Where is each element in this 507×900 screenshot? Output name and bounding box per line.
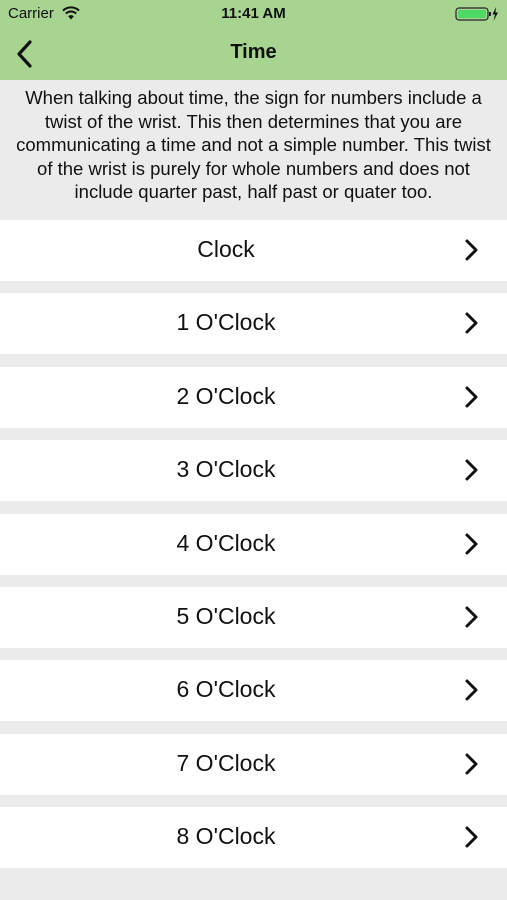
list-item-label: 8 O'Clock [176, 823, 276, 849]
list-item-3-oclock[interactable]: 3 O'Clock [0, 440, 507, 501]
list-item-8-oclock[interactable]: 8 O'Clock [0, 807, 507, 868]
chevron-right-icon [465, 533, 478, 555]
list-item-label: 4 O'Clock [176, 530, 276, 556]
list-item-2-oclock[interactable]: 2 O'Clock [0, 367, 507, 428]
list-item-5-oclock[interactable]: 5 O'Clock [0, 587, 507, 648]
chevron-right-icon [465, 679, 478, 701]
chevron-right-icon [465, 386, 478, 408]
navigation-bar: Time [0, 28, 507, 80]
list-item-label: 3 O'Clock [176, 456, 276, 482]
chevron-right-icon [465, 312, 478, 334]
list-item-label: 6 O'Clock [176, 676, 276, 702]
list-item-label: 1 O'Clock [176, 309, 276, 335]
list-item-label: 7 O'Clock [176, 750, 276, 776]
description-text: When talking about time, the sign for nu… [16, 87, 491, 202]
list-item-label: Clock [197, 236, 255, 262]
description-panel: When talking about time, the sign for nu… [0, 80, 507, 220]
battery-icon [455, 7, 498, 21]
list-item-1-oclock[interactable]: 1 O'Clock [0, 293, 507, 354]
list-item-7-oclock[interactable]: 7 O'Clock [0, 734, 507, 795]
page-title: Time [230, 41, 277, 63]
chevron-right-icon [465, 753, 478, 775]
status-bar: Carrier 11:41 AM [0, 0, 507, 28]
chevron-right-icon [465, 459, 478, 481]
chevron-right-icon [465, 826, 478, 848]
list-item-label: 5 O'Clock [176, 603, 276, 629]
list-item-6-oclock[interactable]: 6 O'Clock [0, 660, 507, 721]
chevron-right-icon [465, 606, 478, 628]
list-item-4-oclock[interactable]: 4 O'Clock [0, 514, 507, 575]
chevron-right-icon [465, 239, 478, 261]
list-item-label: 2 O'Clock [176, 383, 276, 409]
status-time: 11:41 AM [221, 5, 286, 22]
list-item-clock[interactable]: Clock [0, 220, 507, 281]
